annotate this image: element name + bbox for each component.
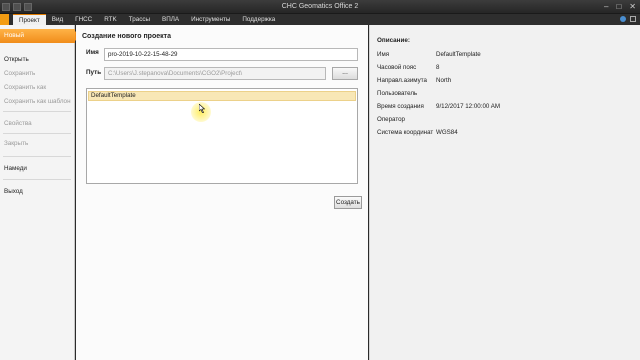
sidebar-item-save[interactable]: Сохранить [4,70,35,77]
close-icon[interactable]: ✕ [629,2,636,11]
desc-key-coordsys: Система координат [377,129,434,136]
sidebar-item-save-as[interactable]: Сохранить как [4,84,46,91]
menu-project[interactable]: Проект [13,14,46,25]
menu-routes[interactable]: Трассы [123,16,156,23]
sidebar-item-close[interactable]: Закрыть [4,140,28,147]
description-title: Описание: [377,37,410,44]
menu-tools[interactable]: Инструменты [185,16,236,23]
sidebar-item-nmea[interactable]: Намеди [4,165,27,172]
desc-key-name: Имя [377,51,390,58]
path-label: Путь [86,69,102,76]
desc-key-timezone: Часовой пояс [377,64,417,71]
sidebar-item-open[interactable]: Открыть [4,56,29,63]
desc-value-created: 9/12/2017 12:00:00 AM [436,103,500,110]
help-icon[interactable] [620,16,626,22]
desc-key-user: Пользователь [377,90,418,97]
window-title: CHC Geomatics Office 2 [281,3,359,10]
sidebar-divider [3,179,71,180]
menu-uav[interactable]: ВПЛА [156,16,185,23]
page-title: Создание нового проекта [82,33,171,40]
desc-value-coordsys: WGS84 [436,129,458,136]
desc-value-name: DefaultTemplate [436,51,481,58]
menu-gnss[interactable]: ГНСС [69,16,98,23]
sidebar-divider [3,156,71,157]
desc-key-operator: Оператор [377,116,405,123]
sidebar-item-properties[interactable]: Свойства [4,120,32,127]
description-panel: Описание: Имя DefaultTemplate Часовой по… [369,25,640,360]
sidebar-divider [3,133,71,134]
desc-key-created: Время создания [377,103,424,110]
title-bar: CHC Geomatics Office 2 – □ ✕ [0,0,640,14]
menu-support[interactable]: Поддержка [236,16,281,23]
desc-value-azimuth: North [436,77,452,84]
project-path-input[interactable]: C:\Users\J.stepanova\Documents\CGO2\Proj… [104,67,326,80]
window-controls: – □ ✕ [604,2,636,11]
mouse-cursor-icon [199,104,205,113]
sidebar-item-save-as-template[interactable]: Сохранить как шаблон [4,98,71,105]
create-button[interactable]: Создать [334,196,362,209]
menu-rtk[interactable]: RTK [98,16,122,23]
name-label: Имя [86,49,99,56]
sidebar-item-new[interactable]: Новый [0,29,80,43]
file-tab[interactable] [0,14,9,25]
new-project-panel: Создание нового проекта Имя pro-2019-10-… [76,25,368,360]
maximize-icon[interactable]: □ [616,2,621,11]
menu-view[interactable]: Вид [46,16,69,23]
menu-bar: Проект Вид ГНСС RTK Трассы ВПЛА Инструме… [0,14,640,25]
sidebar-divider [3,111,71,112]
desc-key-azimuth: Направл.азимута [377,77,427,84]
minimize-icon[interactable]: – [604,2,608,11]
options-icon[interactable] [630,16,636,22]
list-item[interactable]: DefaultTemplate [88,91,356,101]
browse-button[interactable]: ... [332,67,358,80]
backstage-sidebar: Новый Открыть Сохранить Сохранить как Со… [0,25,80,360]
project-name-input[interactable]: pro-2019-10-22-15-48-29 [104,48,358,61]
sidebar-item-exit[interactable]: Выход [4,188,23,195]
template-list[interactable]: DefaultTemplate [86,88,358,184]
desc-value-timezone: 8 [436,64,440,71]
